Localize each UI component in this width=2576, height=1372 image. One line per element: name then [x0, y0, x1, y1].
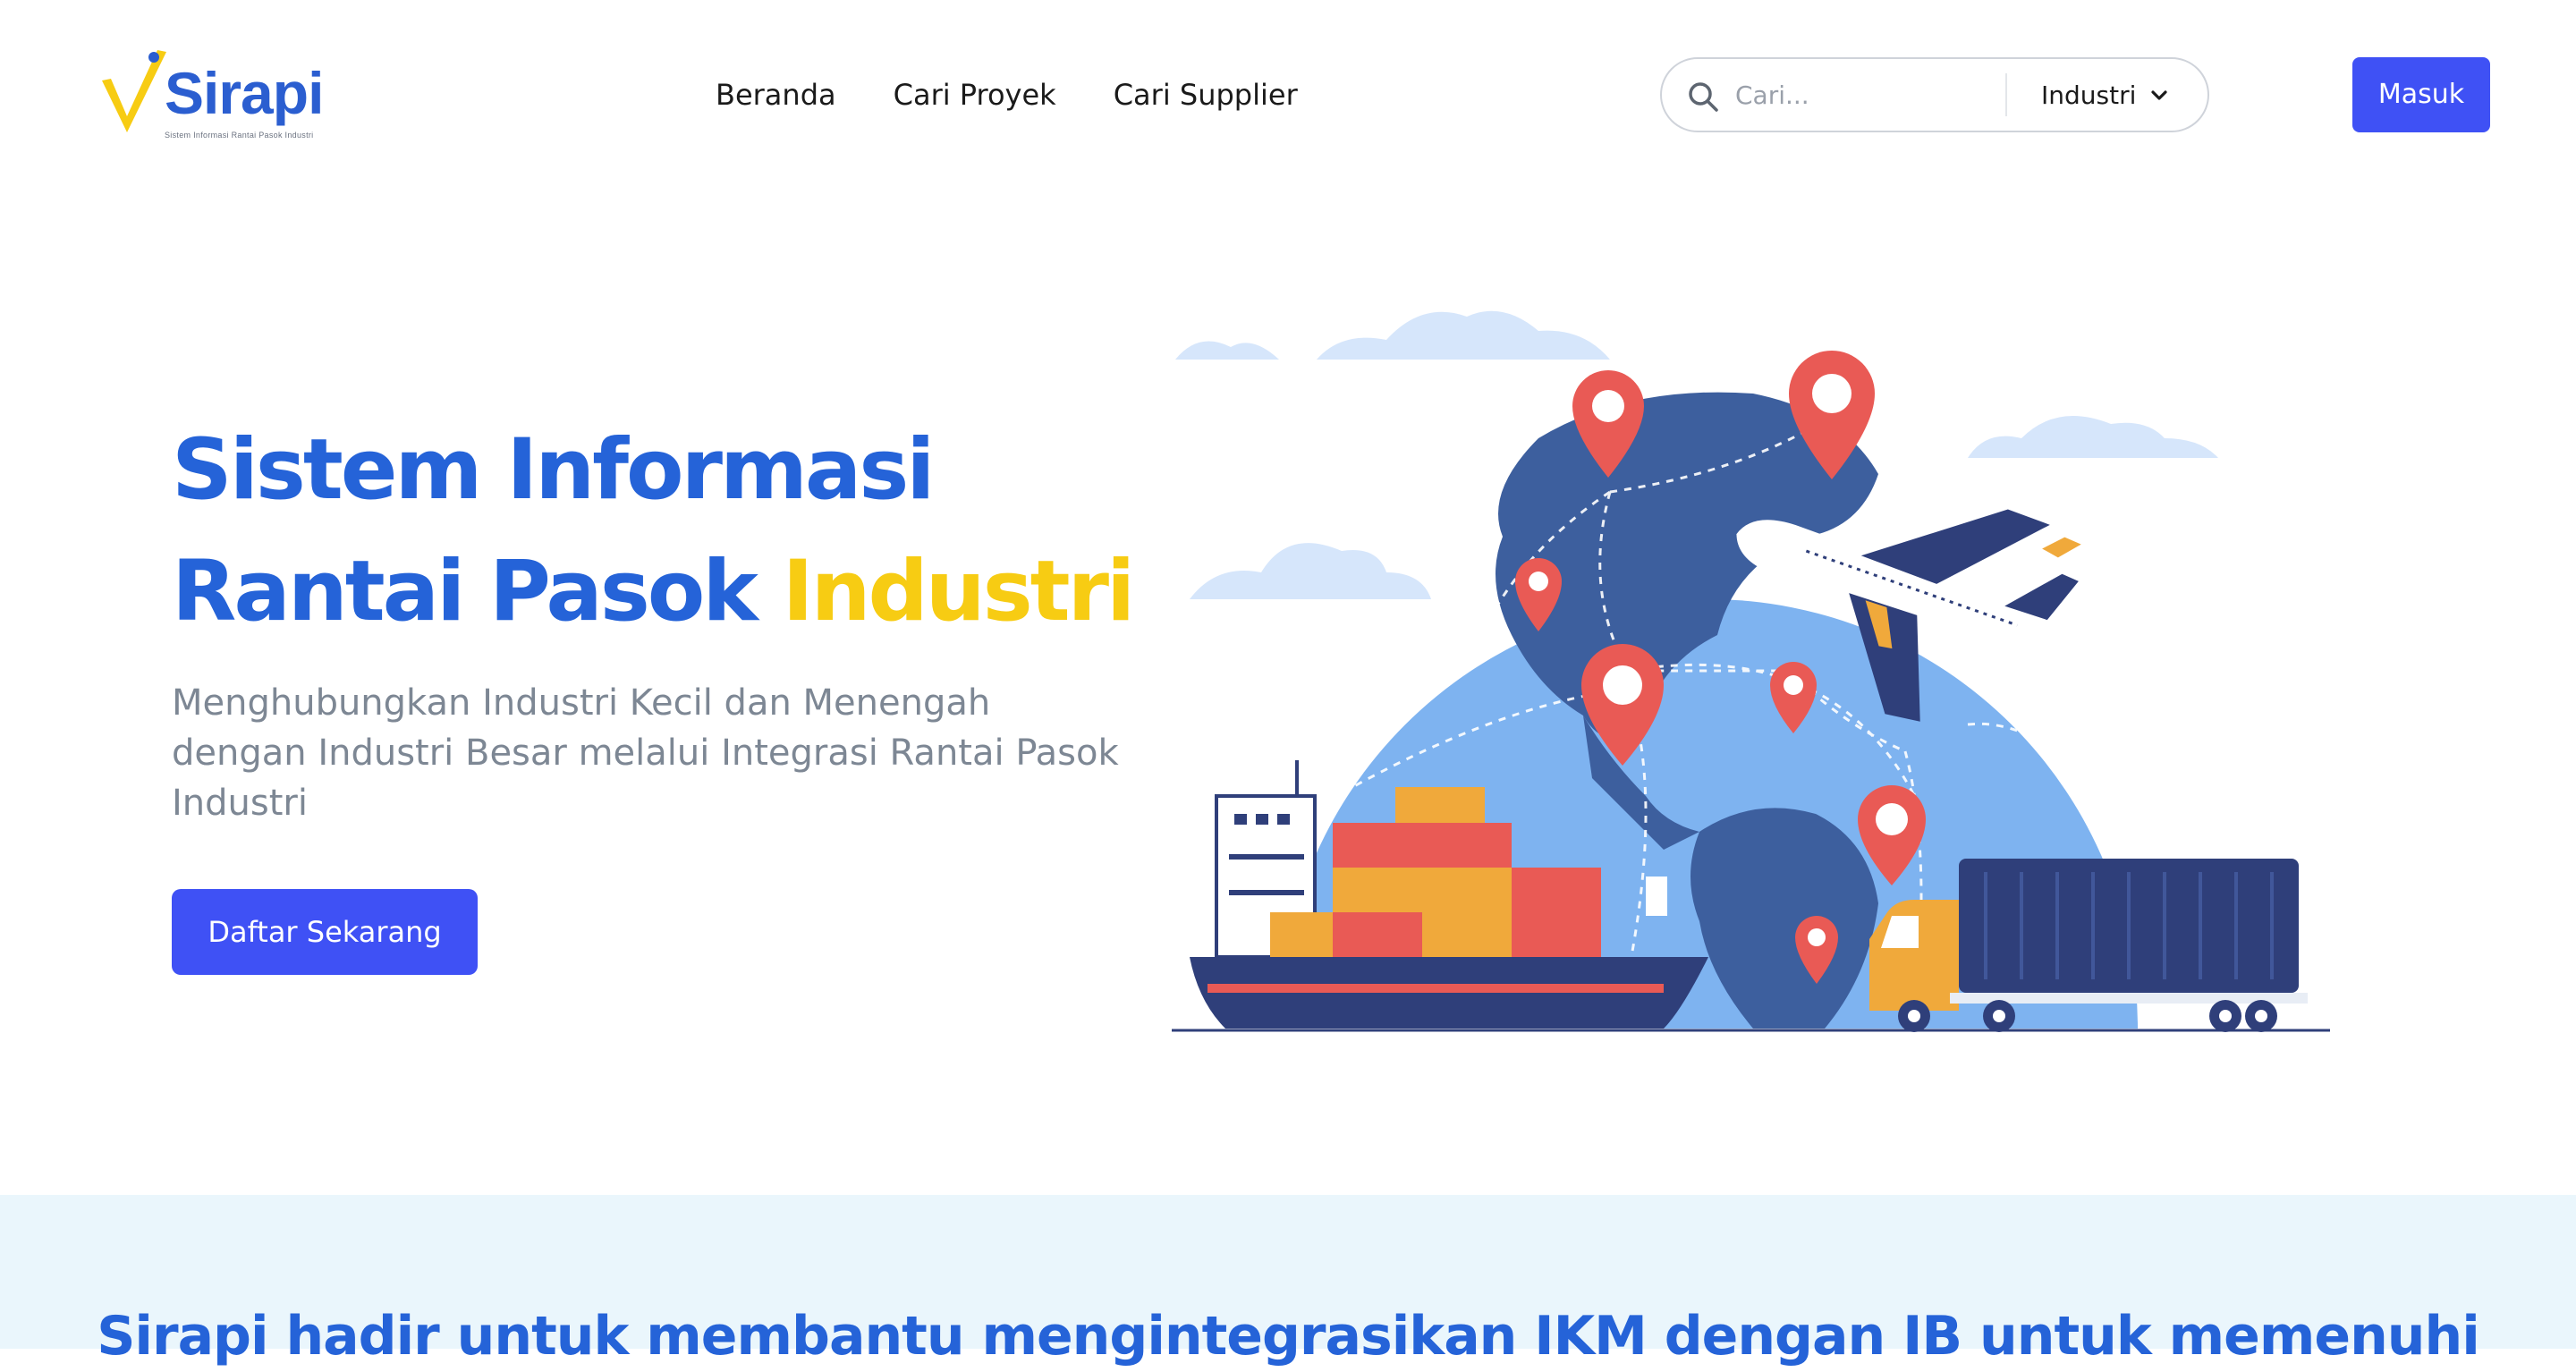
hero-title-line2: Rantai Pasok [172, 543, 758, 640]
logistics-illustration [1172, 310, 2330, 1032]
logo-wordmark: Sirapi [165, 60, 324, 126]
login-button[interactable]: Masuk [2352, 57, 2490, 132]
search-input[interactable] [1733, 72, 2002, 118]
category-select[interactable]: Industri [2023, 68, 2199, 122]
search-divider [2005, 73, 2007, 116]
nav-link-cari-proyek[interactable]: Cari Proyek [894, 70, 1056, 120]
search-bar: Industri [1660, 57, 2209, 132]
site-header: Sirapi Sistem Informasi Rantai Pasok Ind… [0, 0, 2576, 190]
chevron-down-icon [2151, 90, 2167, 100]
nav-link-beranda[interactable]: Beranda [716, 70, 836, 120]
checkmark-logo-icon [102, 50, 166, 132]
main-nav: Beranda Cari Proyek Cari Supplier [716, 70, 1298, 120]
nav-link-cari-supplier[interactable]: Cari Supplier [1114, 70, 1298, 120]
hero-title-accent: Industri [782, 543, 1136, 640]
register-button[interactable]: Daftar Sekarang [172, 889, 478, 975]
search-icon [1689, 82, 1718, 112]
sirapi-logo[interactable]: Sirapi Sistem Informasi Rantai Pasok Ind… [97, 47, 329, 145]
about-heading: Sirapi hadir untuk membantu mengintegras… [97, 1305, 2480, 1368]
hero-title-line1: Sistem Informasi [172, 421, 936, 519]
hero-subtitle: Menghubungkan Industri Kecil dan Menenga… [172, 682, 1119, 824]
logo-tagline: Sistem Informasi Rantai Pasok Industri [165, 131, 314, 140]
about-section: Sirapi hadir untuk membantu mengintegras… [0, 1195, 2576, 1368]
category-select-value: Industri [2041, 80, 2137, 110]
hero-title: Sistem Informasi Rantai Pasok Industri [172, 410, 1156, 653]
